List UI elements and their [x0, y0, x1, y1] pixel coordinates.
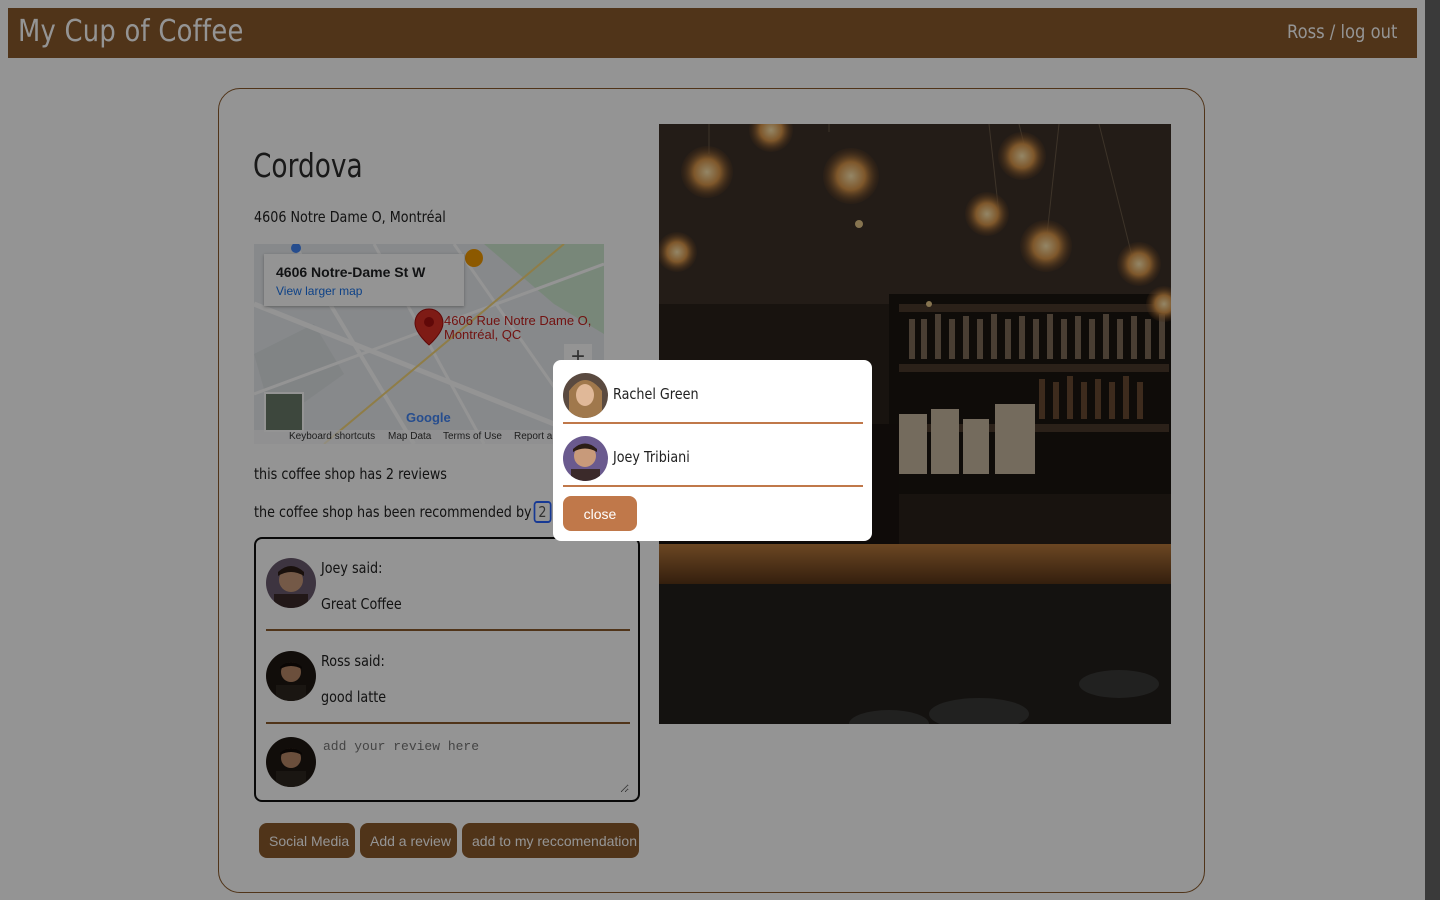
close-button[interactable]: close — [563, 496, 637, 531]
rachel-avatar-icon — [563, 373, 608, 418]
avatar — [563, 436, 608, 481]
person-list-item[interactable]: Rachel Green — [563, 373, 863, 424]
person-list-item[interactable]: Joey Tribiani — [563, 436, 863, 487]
recommended-by-modal: Rachel Green Joey Tribiani close — [553, 360, 872, 541]
person-name: Rachel Green — [613, 385, 699, 403]
person-name: Joey Tribiani — [613, 448, 690, 466]
avatar — [563, 373, 608, 418]
page-scrollbar[interactable] — [1425, 0, 1440, 900]
joey-avatar-icon — [563, 436, 608, 481]
